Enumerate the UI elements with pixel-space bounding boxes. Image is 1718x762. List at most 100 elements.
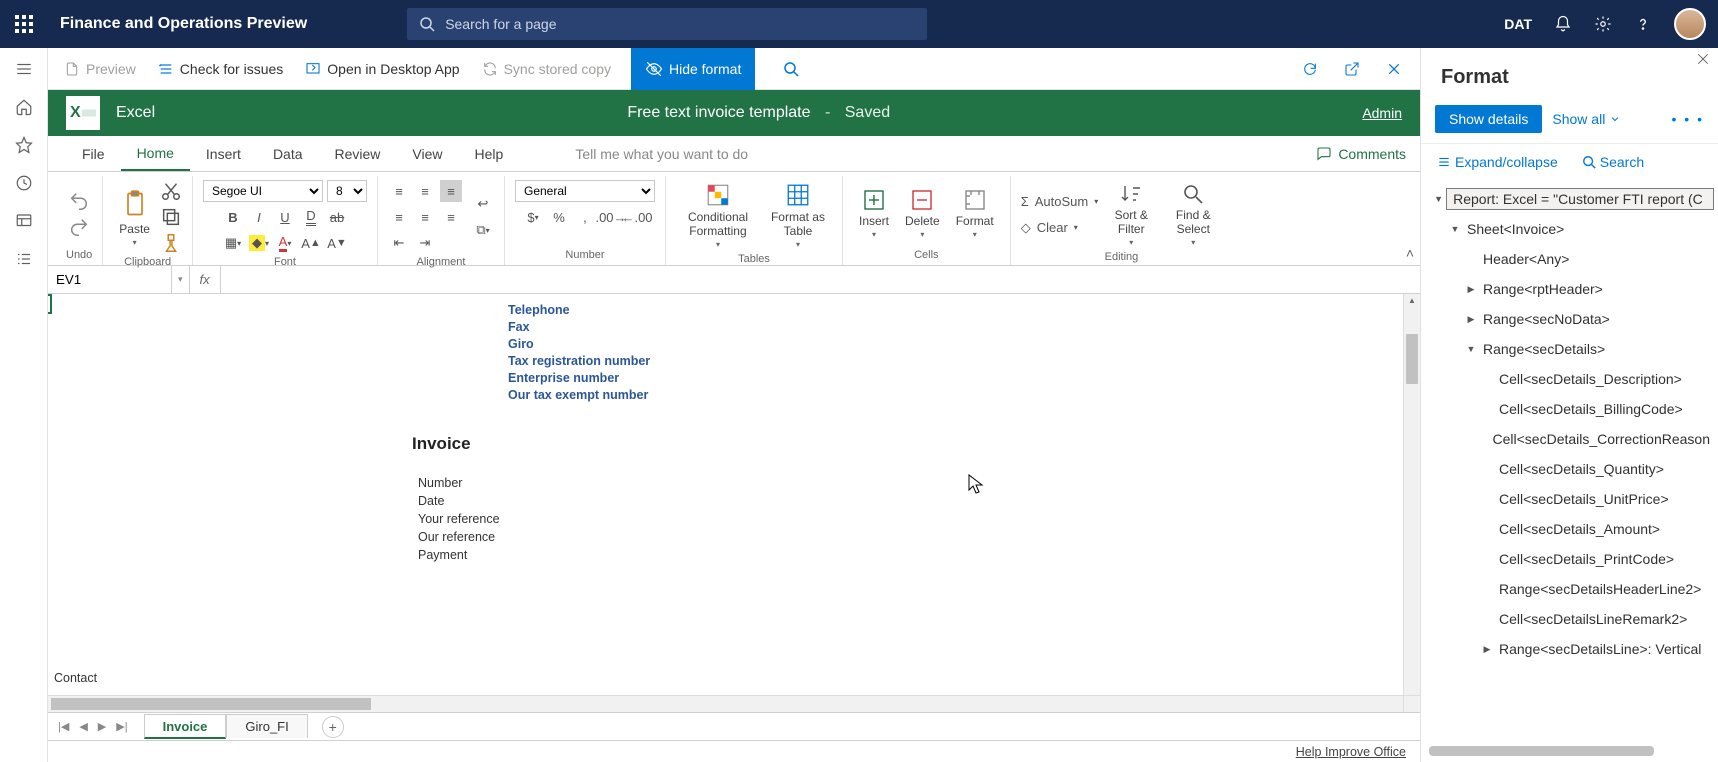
italic-button[interactable]: I — [248, 206, 270, 228]
align-left-button[interactable]: ≡ — [388, 206, 410, 228]
comma-button[interactable]: , — [574, 206, 596, 228]
sheet-nav-last-icon[interactable]: ▶| — [116, 720, 127, 733]
name-box-input[interactable] — [48, 266, 172, 293]
contact-label[interactable]: Contact — [54, 669, 97, 687]
comments-button[interactable]: Comments — [1302, 136, 1420, 171]
horizontal-scrollbar[interactable] — [48, 695, 1403, 712]
template-field[interactable]: Tax registration number — [508, 353, 1403, 370]
twisty-closed-icon[interactable]: ▶ — [1463, 314, 1479, 325]
tree-node[interactable]: Cell<secDetails_CorrectionReason — [1431, 424, 1714, 454]
sort-filter-button[interactable]: Sort & Filter▾ — [1102, 180, 1160, 249]
ribbon-tab-insert[interactable]: Insert — [190, 136, 257, 171]
spreadsheet-grid[interactable]: Telephone Fax Giro Tax registration numb… — [48, 294, 1420, 712]
tree-node[interactable]: ▶Range<rptHeader> — [1431, 274, 1714, 304]
conditional-formatting-button[interactable]: Conditional Formatting▾ — [676, 180, 760, 251]
underline-button[interactable]: U — [274, 206, 296, 228]
help-improve-link[interactable]: Help Improve Office — [1296, 745, 1406, 759]
expand-collapse-button[interactable]: Expand/collapse — [1437, 154, 1558, 170]
ribbon-tab-view[interactable]: View — [396, 136, 458, 171]
gear-icon[interactable] — [1594, 15, 1612, 33]
merge-button[interactable]: ⧉▾ — [472, 219, 494, 241]
font-name-select[interactable]: Segoe UI — [203, 180, 323, 202]
close-button[interactable] — [1382, 57, 1406, 81]
tree-node[interactable]: Cell<secDetails_Description> — [1431, 364, 1714, 394]
strike-button[interactable]: ab — [326, 206, 348, 228]
align-bottom-button[interactable]: ≡ — [440, 180, 462, 202]
add-sheet-button[interactable]: + — [322, 716, 344, 738]
fill-color-button[interactable]: ◆▾ — [248, 232, 270, 254]
shrink-font-button[interactable]: A▼ — [326, 232, 348, 254]
vertical-scrollbar[interactable] — [1403, 294, 1420, 712]
tree-node[interactable]: ▶Range<secNoData> — [1431, 304, 1714, 334]
align-center-button[interactable]: ≡ — [414, 206, 436, 228]
tree-node[interactable]: Cell<secDetailsLineRemark2> — [1431, 604, 1714, 634]
border-button[interactable]: ▦▾ — [222, 232, 244, 254]
sync-button[interactable]: Sync stored copy — [480, 57, 613, 81]
ribbon-tab-help[interactable]: Help — [459, 136, 520, 171]
tree-node[interactable]: Cell<secDetails_PrintCode> — [1431, 544, 1714, 574]
undo-icon[interactable] — [68, 190, 90, 212]
decrease-indent-button[interactable]: ⇤ — [388, 232, 410, 254]
currency-button[interactable]: $▾ — [522, 206, 544, 228]
workspaces-icon[interactable] — [15, 212, 33, 230]
ribbon-tab-review[interactable]: Review — [319, 136, 397, 171]
sheet-nav-prev-icon[interactable]: ◀ — [79, 720, 87, 733]
format-painter-icon[interactable] — [160, 232, 182, 254]
excel-user[interactable]: Admin — [1362, 105, 1402, 121]
ribbon-tab-file[interactable]: File — [66, 136, 121, 171]
decrease-decimal-button[interactable]: ←.00 — [626, 206, 648, 228]
hide-format-button[interactable]: Hide format — [631, 48, 755, 90]
excel-document-name[interactable]: Free text invoice template — [627, 104, 810, 121]
tree-node[interactable]: Cell<secDetails_Amount> — [1431, 514, 1714, 544]
cut-icon[interactable] — [160, 180, 182, 202]
template-field[interactable]: Enterprise number — [508, 370, 1403, 387]
formula-input[interactable] — [221, 266, 1420, 293]
increase-decimal-button[interactable]: .00→ — [600, 206, 622, 228]
show-all-button[interactable]: Show all — [1552, 111, 1621, 127]
insert-cells-button[interactable]: Insert▾ — [853, 186, 895, 241]
align-top-button[interactable]: ≡ — [388, 180, 410, 202]
environment-badge[interactable]: DAT — [1504, 16, 1532, 32]
align-right-button[interactable]: ≡ — [440, 206, 462, 228]
paste-button[interactable]: Paste▾ — [113, 186, 156, 249]
sheet-nav-next-icon[interactable]: ▶ — [98, 720, 106, 733]
twisty-open-icon[interactable]: ▼ — [1431, 194, 1446, 204]
clear-button[interactable]: ◇ Clear▾ — [1021, 217, 1078, 239]
refresh-button[interactable] — [1298, 57, 1322, 81]
collapse-ribbon-button[interactable]: ˄ — [1406, 245, 1414, 261]
ribbon-tab-home[interactable]: Home — [121, 136, 190, 171]
modules-icon[interactable] — [15, 250, 33, 268]
bell-icon[interactable] — [1554, 15, 1572, 33]
popout-button[interactable] — [1340, 57, 1364, 81]
help-icon[interactable] — [1634, 15, 1652, 33]
invoice-heading[interactable]: Invoice — [412, 404, 1403, 474]
twisty-open-icon[interactable]: ▼ — [1463, 344, 1479, 354]
find-select-button[interactable]: Find & Select▾ — [1164, 180, 1222, 249]
toolbar-search-button[interactable] — [779, 57, 803, 81]
format-cells-button[interactable]: Format▾ — [950, 186, 1000, 241]
twisty-open-icon[interactable]: ▼ — [1447, 224, 1463, 234]
global-search[interactable]: Search for a page — [407, 8, 927, 40]
template-field[interactable]: Your reference — [418, 510, 1403, 528]
search-tree-button[interactable]: Search — [1582, 154, 1644, 170]
tree-node[interactable]: Range<secDetailsHeaderLine2> — [1431, 574, 1714, 604]
panel-close-button[interactable] — [1696, 52, 1710, 66]
ribbon-tab-data[interactable]: Data — [257, 136, 319, 171]
star-icon[interactable] — [15, 136, 33, 154]
tree-node[interactable]: ▶Range<secDetailsLine>: Vertical — [1431, 634, 1714, 664]
check-issues-button[interactable]: Check for issues — [156, 57, 285, 81]
template-field[interactable]: Giro — [508, 336, 1403, 353]
recent-icon[interactable] — [15, 174, 33, 192]
grow-font-button[interactable]: A▲ — [300, 232, 322, 254]
font-size-select[interactable]: 8 — [327, 180, 367, 202]
template-field[interactable]: Our reference — [418, 528, 1403, 546]
home-icon[interactable] — [15, 98, 33, 116]
template-field[interactable]: Telephone — [508, 302, 1403, 319]
template-field[interactable]: Number — [418, 474, 1403, 492]
sheet-tab-giro[interactable]: Giro_FI — [226, 714, 307, 738]
sheet-nav-first-icon[interactable]: |◀ — [58, 720, 69, 733]
increase-indent-button[interactable]: ⇥ — [414, 232, 436, 254]
more-actions-button[interactable]: • • • — [1672, 111, 1704, 127]
tree-node[interactable]: ▼Report: Excel = "Customer FTI report (C — [1431, 184, 1714, 214]
twisty-closed-icon[interactable]: ▶ — [1463, 284, 1479, 295]
